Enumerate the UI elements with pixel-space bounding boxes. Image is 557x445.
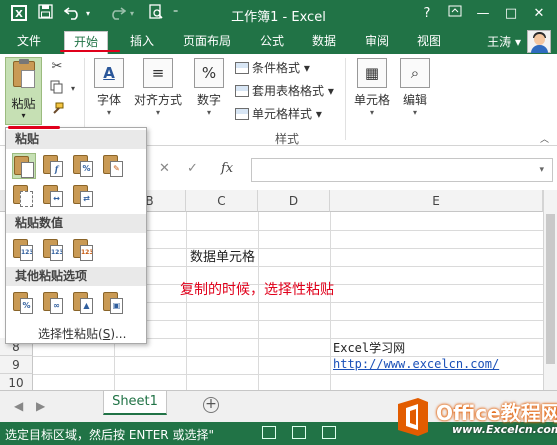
chevron-down-icon[interactable]: ▾: [539, 165, 544, 175]
tab-insert[interactable]: 插入: [121, 29, 163, 54]
editing-button[interactable]: ⌕ 编辑 ▾: [396, 58, 434, 117]
paste-formulas-icon[interactable]: f: [42, 153, 66, 179]
font-button[interactable]: A 字体 ▾: [90, 58, 128, 117]
add-sheet-button[interactable]: +: [203, 397, 219, 413]
watermark: Office教程网 www.Excelcn.com: [392, 392, 557, 445]
column-header-d[interactable]: D: [258, 190, 330, 212]
user-name[interactable]: 王涛 ▾: [487, 33, 521, 50]
prev-sheet-icon[interactable]: ◀: [14, 399, 23, 413]
paste-button[interactable]: 粘贴 ▾: [5, 57, 42, 125]
tab-review[interactable]: 审阅: [356, 29, 398, 54]
page-layout-view-icon[interactable]: [292, 426, 306, 439]
column-header-e[interactable]: E: [330, 190, 543, 212]
paste-keep-column-width-icon[interactable]: ↔: [42, 183, 66, 209]
avatar[interactable]: [527, 30, 551, 53]
percent-icon: %: [194, 58, 224, 88]
title-bar: X ▾ ▾ ⁼ 工作簿1 - Excel ? — □ ✕: [0, 0, 557, 29]
paste-values-icon[interactable]: 123: [12, 237, 36, 263]
paste-formatting-icon[interactable]: %: [12, 290, 36, 316]
cells-button[interactable]: ▦ 单元格 ▾: [350, 58, 394, 117]
paste-option-icon[interactable]: [12, 153, 36, 179]
tab-page-layout[interactable]: 页面布局: [174, 29, 240, 54]
tab-data[interactable]: 数据: [303, 29, 345, 54]
formula-bar: ✕ ✓ fx ▾: [147, 158, 557, 182]
restore-button[interactable]: □: [498, 3, 524, 25]
row-header-9[interactable]: 9: [0, 356, 33, 374]
sheet-tab-sheet1[interactable]: Sheet1: [103, 391, 167, 415]
chevron-down-icon: ▾: [206, 108, 211, 117]
paste-no-borders-icon[interactable]: [12, 183, 36, 209]
ribbon-display-options-icon[interactable]: [442, 3, 468, 25]
chevron-down-icon: ▾: [21, 111, 26, 120]
cell-e8[interactable]: Excel学习网: [333, 339, 405, 356]
paste-special-menu-item[interactable]: 选择性粘贴(S)...: [38, 325, 126, 342]
paste-values-source-format-icon[interactable]: 123: [72, 237, 96, 263]
paste-values-header: 粘贴数值: [6, 214, 146, 233]
annotation-text: 复制的时候，选择性粘贴: [180, 282, 334, 298]
paste-formulas-number-format-icon[interactable]: %: [72, 153, 96, 179]
home-tab-highlight: [60, 50, 120, 52]
paste-section-header: 粘贴: [6, 130, 146, 149]
paste-link-icon[interactable]: ∞: [42, 290, 66, 316]
other-paste-options-header: 其他粘贴选项: [6, 267, 146, 286]
cell-c-data[interactable]: 数据单元格: [190, 246, 255, 265]
tab-formulas[interactable]: 公式: [251, 29, 293, 54]
paste-picture-icon[interactable]: ▲: [72, 290, 96, 316]
conditional-format-icon: [235, 62, 249, 74]
paste-label: 粘贴: [11, 97, 36, 111]
table-icon: [235, 85, 249, 97]
cancel-icon[interactable]: ✕: [159, 161, 170, 176]
alignment-button[interactable]: ≡ 对齐方式 ▾: [131, 58, 185, 117]
cells-icon: ▦: [357, 58, 387, 88]
binoculars-icon: ⌕: [400, 58, 430, 88]
watermark-url: www.Excelcn.com: [452, 423, 557, 436]
watermark-name: Office教程网: [436, 401, 557, 425]
styles-group-label: 样式: [275, 132, 300, 146]
tab-file[interactable]: 文件: [8, 29, 51, 54]
vertical-scrollbar[interactable]: [543, 190, 557, 390]
tab-view[interactable]: 视图: [408, 29, 450, 54]
paste-transpose-icon[interactable]: ⇄: [72, 183, 96, 209]
chevron-down-icon: ▾: [369, 108, 374, 117]
paste-dropdown-menu: 粘贴 f % ✎ ↔ ⇄ 粘贴数值 123 123 123 其他粘贴选项 % ∞…: [5, 127, 147, 344]
office-logo-icon: [398, 398, 428, 436]
formula-input[interactable]: ▾: [251, 158, 553, 182]
cell-styles-button[interactable]: 单元格样式 ▾: [235, 105, 322, 123]
format-as-table-button[interactable]: 套用表格格式 ▾: [235, 82, 334, 100]
cell-e9-link[interactable]: http://www.excelcn.com/: [333, 357, 499, 371]
collapse-ribbon-icon[interactable]: ︿: [540, 132, 549, 145]
paste-values-number-format-icon[interactable]: 123: [42, 237, 66, 263]
cut-icon[interactable]: ✂: [48, 58, 66, 76]
enter-icon[interactable]: ✓: [187, 161, 198, 176]
insert-function-icon[interactable]: fx: [221, 161, 233, 176]
cell-styles-icon: [235, 108, 249, 120]
page-break-view-icon[interactable]: [322, 426, 336, 439]
chevron-down-icon: ▾: [106, 108, 111, 117]
paste-button-highlight: [8, 126, 60, 129]
font-icon: A: [94, 58, 124, 88]
minimize-button[interactable]: —: [470, 3, 496, 25]
status-message: 选定目标区域，然后按 ENTER 或选择": [5, 428, 214, 442]
next-sheet-icon[interactable]: ▶: [36, 399, 45, 413]
copy-dropdown-icon[interactable]: ▾: [64, 80, 82, 98]
number-button[interactable]: % 数字 ▾: [190, 58, 228, 117]
paste-linked-picture-icon[interactable]: ▣: [102, 290, 126, 316]
help-button[interactable]: ?: [414, 3, 440, 25]
paste-keep-source-format-icon[interactable]: ✎: [102, 153, 126, 179]
column-header-c[interactable]: C: [186, 190, 258, 212]
chevron-down-icon: ▾: [412, 108, 417, 117]
scrollbar-thumb[interactable]: [546, 214, 555, 364]
close-button[interactable]: ✕: [526, 3, 552, 25]
chevron-down-icon: ▾: [155, 108, 160, 117]
align-icon: ≡: [143, 58, 173, 88]
format-painter-icon[interactable]: [48, 102, 66, 120]
conditional-format-button[interactable]: 条件格式 ▾: [235, 59, 310, 77]
normal-view-icon[interactable]: [262, 426, 276, 439]
